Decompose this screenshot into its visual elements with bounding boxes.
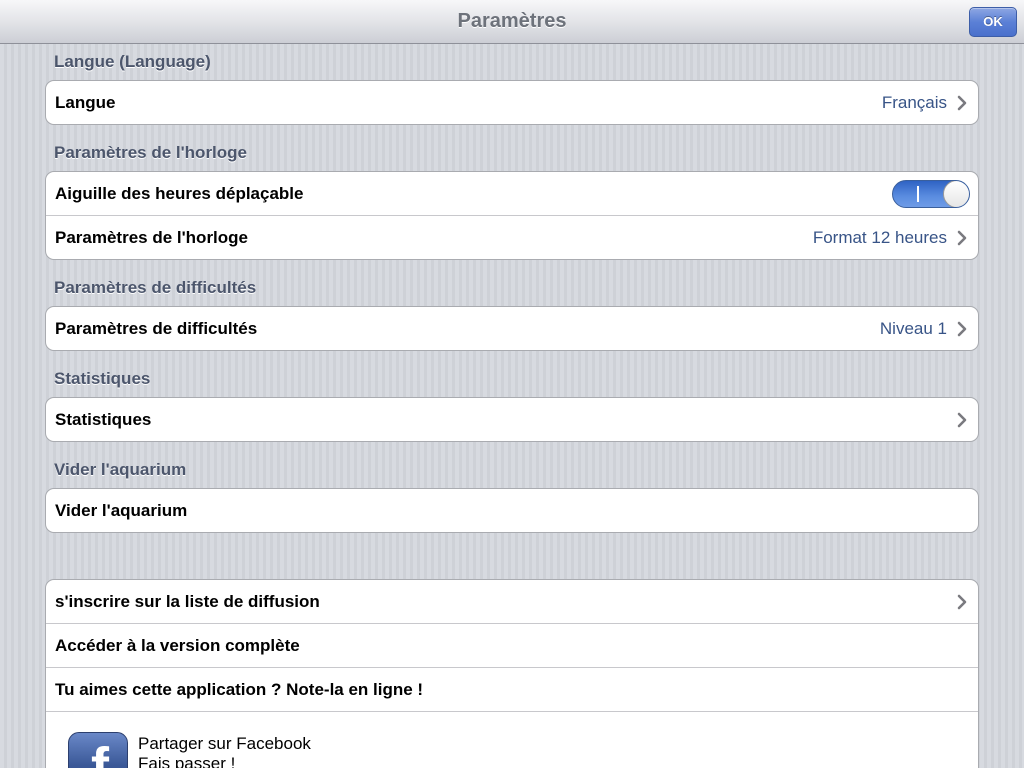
statistics-row[interactable]: Statistiques bbox=[46, 398, 978, 441]
full-version-row[interactable]: Accéder à la version complète bbox=[46, 624, 978, 668]
movable-hour-hand-label: Aiguille des heures déplaçable bbox=[55, 184, 304, 203]
section-header-empty-aquarium: Vider l'aquarium bbox=[54, 460, 187, 479]
language-row[interactable]: Langue Français bbox=[46, 81, 978, 124]
statistics-label: Statistiques bbox=[55, 410, 152, 429]
section-header-difficulty: Paramètres de difficultés bbox=[54, 278, 257, 297]
section-header-language: Langue (Language) bbox=[54, 52, 211, 71]
clock-format-row[interactable]: Paramètres de l'horloge Format 12 heures bbox=[46, 216, 978, 259]
group-difficulty: Paramètres de difficultés Niveau 1 bbox=[45, 306, 979, 351]
facebook-icon-letter: f bbox=[91, 737, 109, 768]
page-title: Paramètres bbox=[457, 10, 567, 32]
full-version-label: Accéder à la version complète bbox=[55, 636, 300, 655]
toggle-on-indicator bbox=[917, 186, 919, 202]
facebook-icon: f bbox=[68, 732, 128, 768]
toggle-knob bbox=[943, 181, 969, 207]
chevron-right-icon bbox=[957, 594, 967, 610]
movable-hour-hand-toggle[interactable] bbox=[892, 180, 970, 208]
group-extras: s'inscrire sur la liste de diffusion Acc… bbox=[45, 579, 979, 768]
section-header-statistics: Statistiques bbox=[54, 369, 151, 388]
difficulty-row[interactable]: Paramètres de difficultés Niveau 1 bbox=[46, 307, 978, 350]
rate-app-row[interactable]: Tu aimes cette application ? Note-la en … bbox=[46, 668, 978, 712]
rate-app-label: Tu aimes cette application ? Note-la en … bbox=[55, 680, 424, 699]
empty-aquarium-row[interactable]: Vider l'aquarium bbox=[46, 489, 978, 532]
share-facebook-sublabel: Fais passer ! bbox=[138, 754, 236, 768]
ok-button[interactable]: OK bbox=[969, 7, 1017, 37]
chevron-right-icon bbox=[957, 230, 967, 246]
difficulty-value: Niveau 1 bbox=[879, 319, 947, 338]
movable-hour-hand-row: Aiguille des heures déplaçable bbox=[46, 172, 978, 216]
group-language: Langue Français bbox=[45, 80, 979, 125]
group-empty-aquarium: Vider l'aquarium bbox=[45, 488, 979, 533]
mailing-list-label: s'inscrire sur la liste de diffusion bbox=[55, 592, 320, 611]
share-facebook-row[interactable]: f Partager sur Facebook Fais passer ! bbox=[46, 712, 978, 768]
language-label: Langue bbox=[55, 93, 116, 112]
clock-format-value: Format 12 heures bbox=[812, 228, 947, 247]
group-clock: Aiguille des heures déplaçable Paramètre… bbox=[45, 171, 979, 260]
empty-aquarium-label: Vider l'aquarium bbox=[55, 501, 188, 520]
chevron-right-icon bbox=[957, 321, 967, 337]
navigation-bar: Paramètres OK bbox=[0, 0, 1024, 44]
clock-format-label: Paramètres de l'horloge bbox=[55, 228, 249, 247]
mailing-list-row[interactable]: s'inscrire sur la liste de diffusion bbox=[46, 580, 978, 624]
group-statistics: Statistiques bbox=[45, 397, 979, 442]
share-facebook-label: Partager sur Facebook bbox=[138, 734, 311, 753]
section-header-clock: Paramètres de l'horloge bbox=[54, 143, 248, 162]
chevron-right-icon bbox=[957, 95, 967, 111]
chevron-right-icon bbox=[957, 412, 967, 428]
language-value: Français bbox=[881, 93, 947, 112]
difficulty-label: Paramètres de difficultés bbox=[55, 319, 258, 338]
